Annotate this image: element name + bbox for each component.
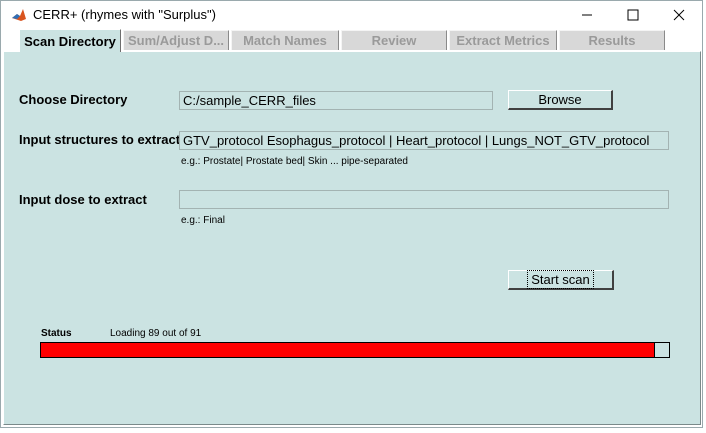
- browse-button-label: Browse: [538, 92, 582, 107]
- tab-match-names[interactable]: Match Names: [231, 30, 339, 50]
- scan-directory-panel: Choose Directory C:/sample_CERR_files Br…: [3, 51, 701, 425]
- start-scan-button-label: Start scan: [527, 270, 594, 289]
- structures-hint: e.g.: Prostate| Prostate bed| Skin ... p…: [181, 156, 408, 167]
- start-scan-button[interactable]: Start scan: [508, 270, 614, 290]
- matlab-app-icon: [11, 7, 27, 23]
- tab-scan-directory[interactable]: Scan Directory: [19, 29, 121, 52]
- tab-extract-metrics[interactable]: Extract Metrics: [449, 30, 557, 50]
- tab-review[interactable]: Review: [341, 30, 447, 50]
- progress-bar-fill: [41, 343, 656, 357]
- tab-results[interactable]: Results: [559, 30, 665, 50]
- status-text: Loading 89 out of 91: [110, 328, 202, 339]
- structures-label: Input structures to extract: [19, 132, 181, 147]
- structures-input[interactable]: GTV_protocol Esophagus_protocol | Heart_…: [179, 131, 669, 150]
- close-icon: [673, 9, 685, 21]
- dose-input[interactable]: [179, 190, 669, 209]
- choose-directory-label: Choose Directory: [19, 92, 128, 107]
- window-title: CERR+ (rhymes with "Surplus"): [33, 7, 216, 22]
- browse-button[interactable]: Browse: [508, 90, 613, 110]
- close-button[interactable]: [656, 1, 702, 29]
- dose-label: Input dose to extract: [19, 192, 147, 207]
- dose-hint: e.g.: Final: [181, 215, 225, 226]
- app-window: CERR+ (rhymes with "Surplus") Scan Direc…: [0, 0, 703, 428]
- maximize-icon: [627, 9, 639, 21]
- status-label: Status: [41, 328, 72, 339]
- minimize-icon: [582, 14, 592, 16]
- progress-bar: [40, 342, 670, 358]
- title-bar: CERR+ (rhymes with "Surplus"): [1, 1, 702, 29]
- maximize-button[interactable]: [610, 1, 656, 29]
- tab-sum-adjust-dose[interactable]: Sum/Adjust D...: [123, 30, 229, 50]
- minimize-button[interactable]: [564, 1, 610, 29]
- directory-input[interactable]: C:/sample_CERR_files: [179, 91, 493, 110]
